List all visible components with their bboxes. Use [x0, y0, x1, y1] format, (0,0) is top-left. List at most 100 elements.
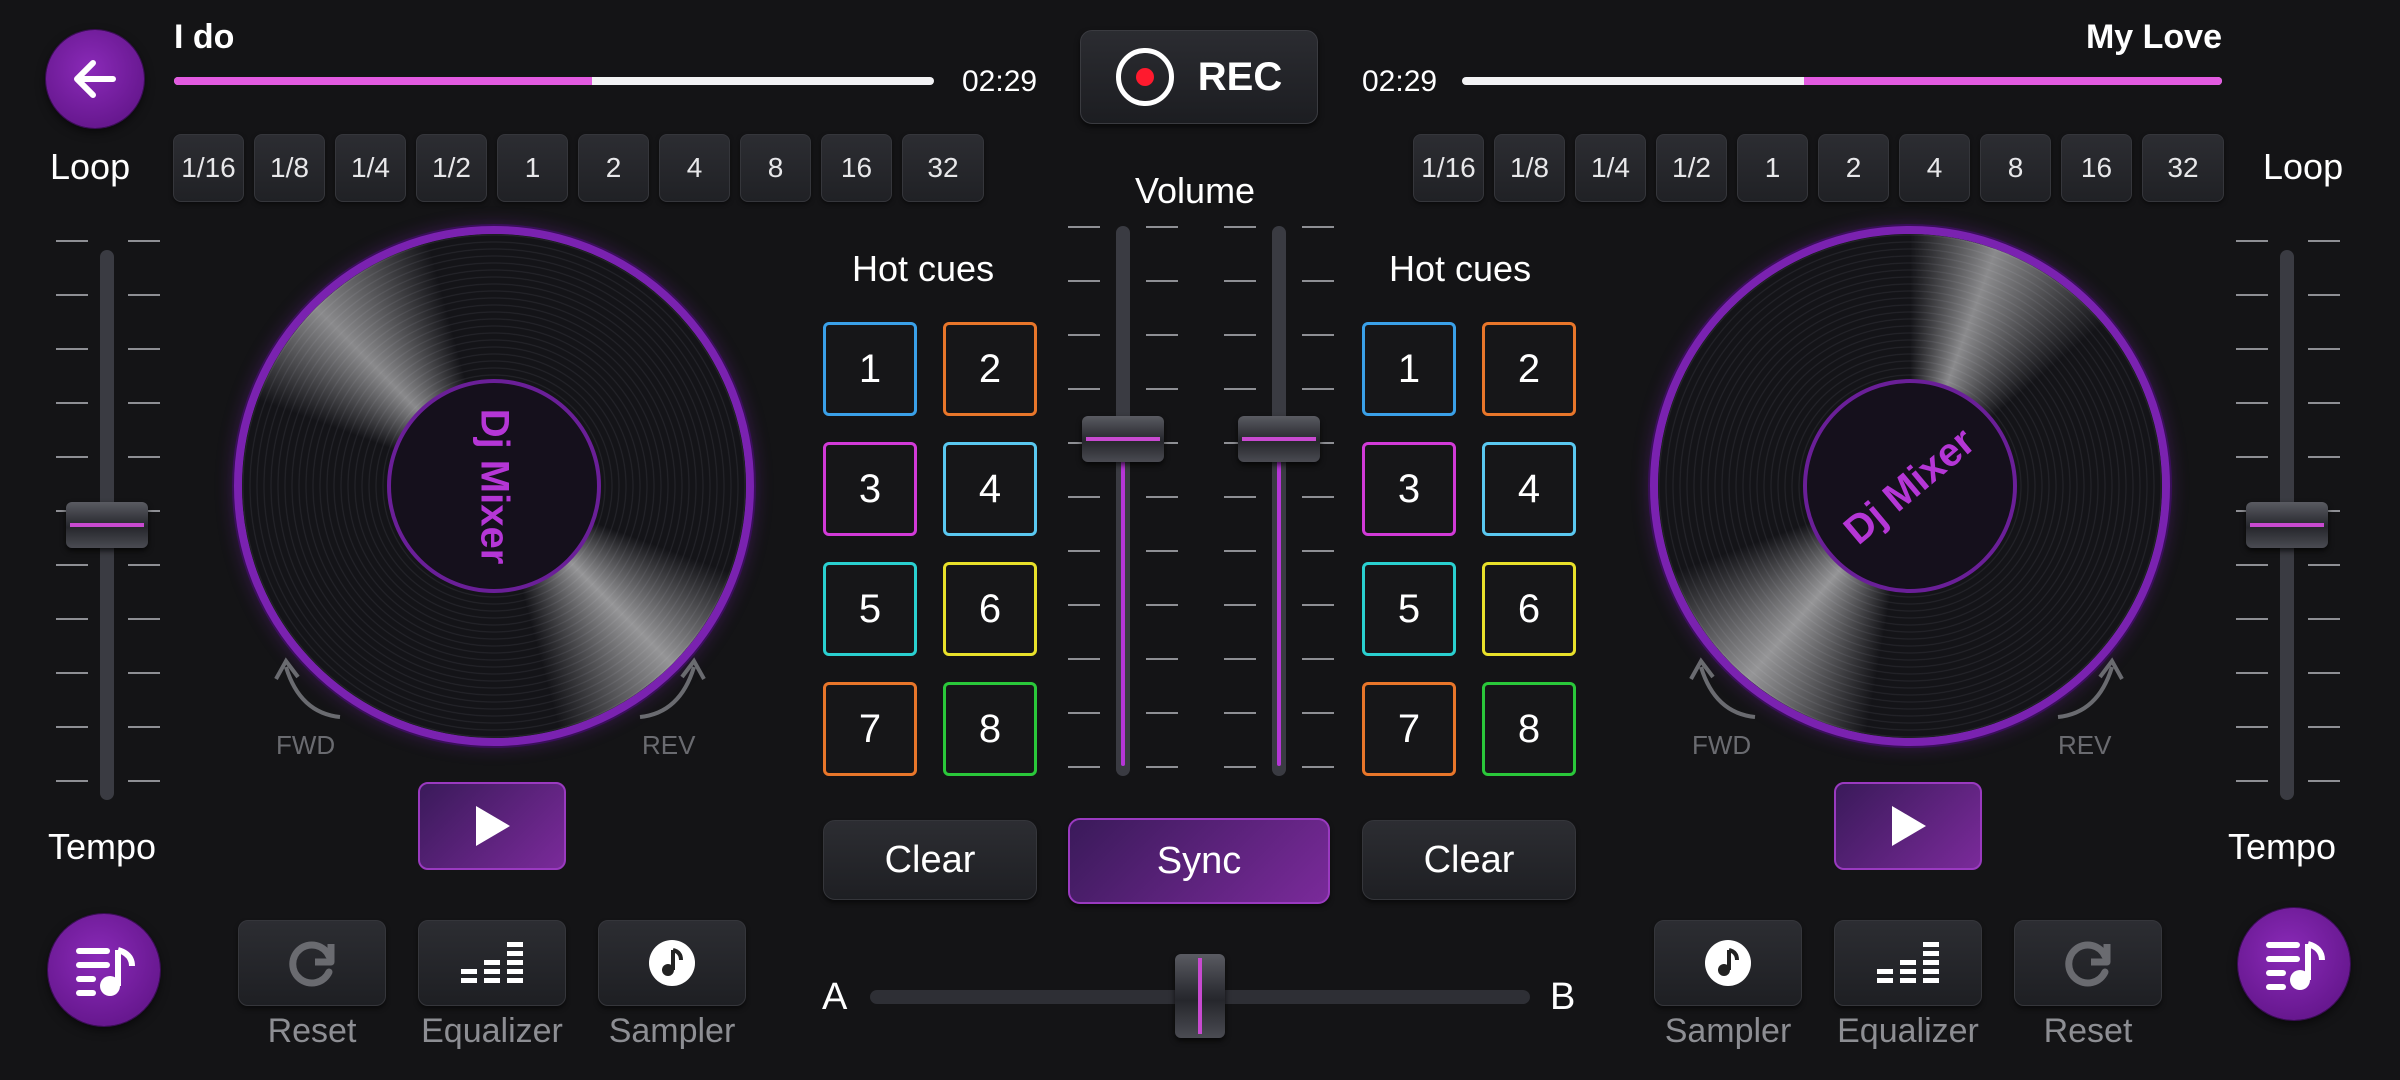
right-loop-button[interactable]: 4: [1899, 134, 1970, 202]
slider-tick: [56, 564, 88, 566]
left-loop-button[interactable]: 32: [902, 134, 984, 202]
slider-tick: [56, 402, 88, 404]
slider-tick: [128, 240, 160, 242]
left-volume-slider[interactable]: [1068, 226, 1178, 776]
left-hot-cue-2[interactable]: 2: [943, 322, 1037, 416]
right-loop-button[interactable]: 1/8: [1494, 134, 1565, 202]
volume-level-fill: [1277, 436, 1281, 766]
left-tempo-slider[interactable]: [48, 240, 168, 800]
left-hot-cue-4[interactable]: 4: [943, 442, 1037, 536]
slider-tick: [1224, 712, 1256, 714]
crossfader-knob[interactable]: [1175, 954, 1225, 1038]
slider-tick: [2236, 564, 2268, 566]
left-tempo-label: Tempo: [48, 826, 157, 867]
right-loop-button[interactable]: 32: [2142, 134, 2224, 202]
playlist-icon: [76, 947, 135, 996]
left-loop-button[interactable]: 1/4: [335, 134, 406, 202]
left-equalizer-button[interactable]: [418, 920, 566, 1006]
right-loop-button[interactable]: 1/4: [1575, 134, 1646, 202]
left-loop-button[interactable]: 1/8: [254, 134, 325, 202]
right-volume-slider[interactable]: [1224, 226, 1334, 776]
left-clear-button[interactable]: Clear: [823, 820, 1037, 900]
left-loop-button[interactable]: 8: [740, 134, 811, 202]
play-icon: [1892, 806, 1926, 846]
slider-tick: [2236, 402, 2268, 404]
volume-level-fill: [1121, 436, 1125, 766]
slider-tick: [56, 780, 88, 782]
left-track-progress[interactable]: [174, 77, 934, 85]
right-hot-cue-7[interactable]: 7: [1362, 682, 1456, 776]
left-hot-cue-1[interactable]: 1: [823, 322, 917, 416]
left-sampler-label: Sampler: [608, 1012, 736, 1050]
left-loop-button[interactable]: 16: [821, 134, 892, 202]
right-playlist-button[interactable]: [2238, 908, 2350, 1020]
right-loop-button[interactable]: 1/16: [1413, 134, 1484, 202]
left-hot-cue-6[interactable]: 6: [943, 562, 1037, 656]
left-rev-label: REV: [642, 730, 696, 760]
right-equalizer-button[interactable]: [1834, 920, 1982, 1006]
right-tempo-slider[interactable]: [2228, 240, 2348, 800]
record-label: REC: [1197, 54, 1283, 99]
record-button[interactable]: REC: [1080, 30, 1318, 124]
left-hot-cue-7[interactable]: 7: [823, 682, 917, 776]
slider-tick: [56, 240, 88, 242]
right-hot-cue-3[interactable]: 3: [1362, 442, 1456, 536]
slider-tick: [1302, 388, 1334, 390]
slider-tick: [1146, 766, 1178, 768]
slider-tick: [1302, 280, 1334, 282]
slider-knob[interactable]: [1238, 416, 1320, 462]
slider-knob[interactable]: [1082, 416, 1164, 462]
right-hot-cues-title: Hot cues: [1389, 248, 1532, 289]
slider-tick: [2308, 672, 2340, 674]
right-sampler-label: Sampler: [1664, 1012, 1792, 1050]
slider-tick: [2236, 780, 2268, 782]
right-track-progress[interactable]: [1462, 77, 2222, 85]
slider-tick: [1224, 496, 1256, 498]
slider-tick: [128, 726, 160, 728]
left-hot-cue-5[interactable]: 5: [823, 562, 917, 656]
rev-arrow-icon: [639, 657, 706, 719]
right-loop-button[interactable]: 2: [1818, 134, 1889, 202]
arrow-left-icon: [74, 60, 116, 98]
left-fwd-label: FWD: [276, 730, 336, 760]
slider-tick: [1224, 280, 1256, 282]
right-loop-label: Loop: [2263, 146, 2344, 187]
left-loop-button[interactable]: 1/2: [416, 134, 487, 202]
slider-tick: [1146, 334, 1178, 336]
left-playlist-button[interactable]: [48, 914, 160, 1026]
sync-button[interactable]: Sync: [1068, 818, 1330, 904]
slider-tick: [1302, 604, 1334, 606]
slider-tick: [56, 456, 88, 458]
right-loop-button[interactable]: 1: [1737, 134, 1808, 202]
slider-tick: [2308, 780, 2340, 782]
right-clear-button[interactable]: Clear: [1362, 820, 1576, 900]
left-loop-button[interactable]: 1: [497, 134, 568, 202]
right-tempo-label: Tempo: [2228, 826, 2337, 867]
right-hot-cue-2[interactable]: 2: [1482, 322, 1576, 416]
left-loop-button[interactable]: 1/16: [173, 134, 244, 202]
right-hot-cue-5[interactable]: 5: [1362, 562, 1456, 656]
slider-knob[interactable]: [2246, 502, 2328, 548]
left-hot-cue-8[interactable]: 8: [943, 682, 1037, 776]
right-loop-button[interactable]: 8: [1980, 134, 2051, 202]
right-hot-cue-8[interactable]: 8: [1482, 682, 1576, 776]
left-reset-button[interactable]: [238, 920, 386, 1006]
right-hot-cue-4[interactable]: 4: [1482, 442, 1576, 536]
right-sampler-button[interactable]: [1654, 920, 1802, 1006]
right-rev-label: REV: [2058, 730, 2112, 760]
left-loop-button[interactable]: 2: [578, 134, 649, 202]
right-loop-button[interactable]: 16: [2061, 134, 2132, 202]
left-hot-cue-3[interactable]: 3: [823, 442, 917, 536]
right-loop-button[interactable]: 1/2: [1656, 134, 1727, 202]
left-loop-button[interactable]: 4: [659, 134, 730, 202]
left-sampler-button[interactable]: [598, 920, 746, 1006]
right-hot-cue-1[interactable]: 1: [1362, 322, 1456, 416]
slider-tick: [128, 456, 160, 458]
right-hot-cue-6[interactable]: 6: [1482, 562, 1576, 656]
left-play-button[interactable]: [418, 782, 566, 870]
right-reset-button[interactable]: [2014, 920, 2162, 1006]
back-button[interactable]: [46, 30, 144, 128]
right-play-button[interactable]: [1834, 782, 1982, 870]
slider-tick: [1302, 496, 1334, 498]
slider-knob[interactable]: [66, 502, 148, 548]
